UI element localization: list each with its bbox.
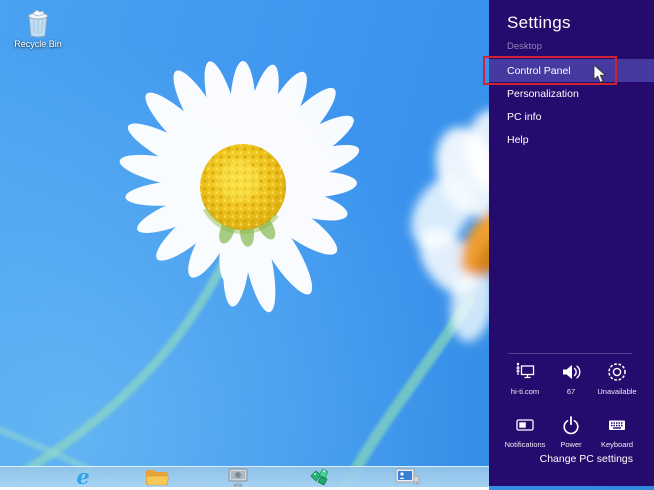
power-tile[interactable]: Power — [549, 410, 593, 456]
panel-divider — [508, 353, 632, 354]
menu-item-personalization[interactable]: Personalization — [489, 82, 654, 105]
internet-explorer-icon[interactable]: e — [70, 466, 96, 487]
media-app-icon[interactable] — [225, 467, 251, 487]
pc-app-icon[interactable] — [394, 467, 420, 487]
settings-panel-context: Desktop — [507, 41, 542, 52]
power-tile-label: Power — [560, 440, 582, 449]
volume-tile[interactable]: 67 — [549, 357, 593, 403]
keyboard-tile-label: Keyboard — [600, 440, 634, 449]
taskbar: e — [0, 466, 489, 487]
settings-charm-panel: Settings Desktop Control Panel Personali… — [489, 0, 654, 486]
network-tile[interactable]: hi-ti.com — [503, 357, 547, 403]
menu-item-help[interactable]: Help — [489, 128, 654, 151]
menu-item-control-panel[interactable]: Control Panel — [489, 59, 654, 82]
recycle-bin-label: Recycle Bin — [14, 39, 62, 49]
recycle-bin-shortcut[interactable]: Recycle Bin — [10, 8, 66, 49]
network-icon — [513, 359, 537, 385]
menu-item-pc-info[interactable]: PC info — [489, 105, 654, 128]
brightness-tile-label: Unavailable — [597, 387, 637, 396]
notifications-tile[interactable]: Notifications — [503, 410, 547, 456]
windows8-desktop-with-settings-charm: Recycle Bin e Settings Desktop Control P… — [0, 0, 654, 490]
change-pc-settings-link[interactable]: Change PC settings — [540, 453, 633, 465]
file-explorer-icon[interactable] — [144, 467, 170, 487]
brightness-tile[interactable]: Unavailable — [595, 357, 639, 403]
settings-menu: Control Panel Personalization PC info He… — [489, 59, 654, 151]
keyboard-tile[interactable]: Keyboard — [595, 410, 639, 456]
notifications-tile-label: Notifications — [504, 440, 546, 449]
network-tile-label: hi-ti.com — [510, 387, 540, 396]
keyboard-icon — [605, 412, 629, 438]
volume-tile-label: 67 — [566, 387, 576, 396]
gems-app-icon[interactable] — [307, 467, 333, 487]
power-icon — [559, 412, 583, 438]
brightness-icon — [605, 359, 629, 385]
volume-icon — [559, 359, 583, 385]
recycle-bin-icon — [28, 9, 48, 38]
quick-settings-tiles: hi-ti.com 67 Unavailable Notifications P… — [503, 357, 639, 456]
settings-panel-title: Settings — [507, 13, 571, 32]
notifications-icon — [513, 412, 537, 438]
